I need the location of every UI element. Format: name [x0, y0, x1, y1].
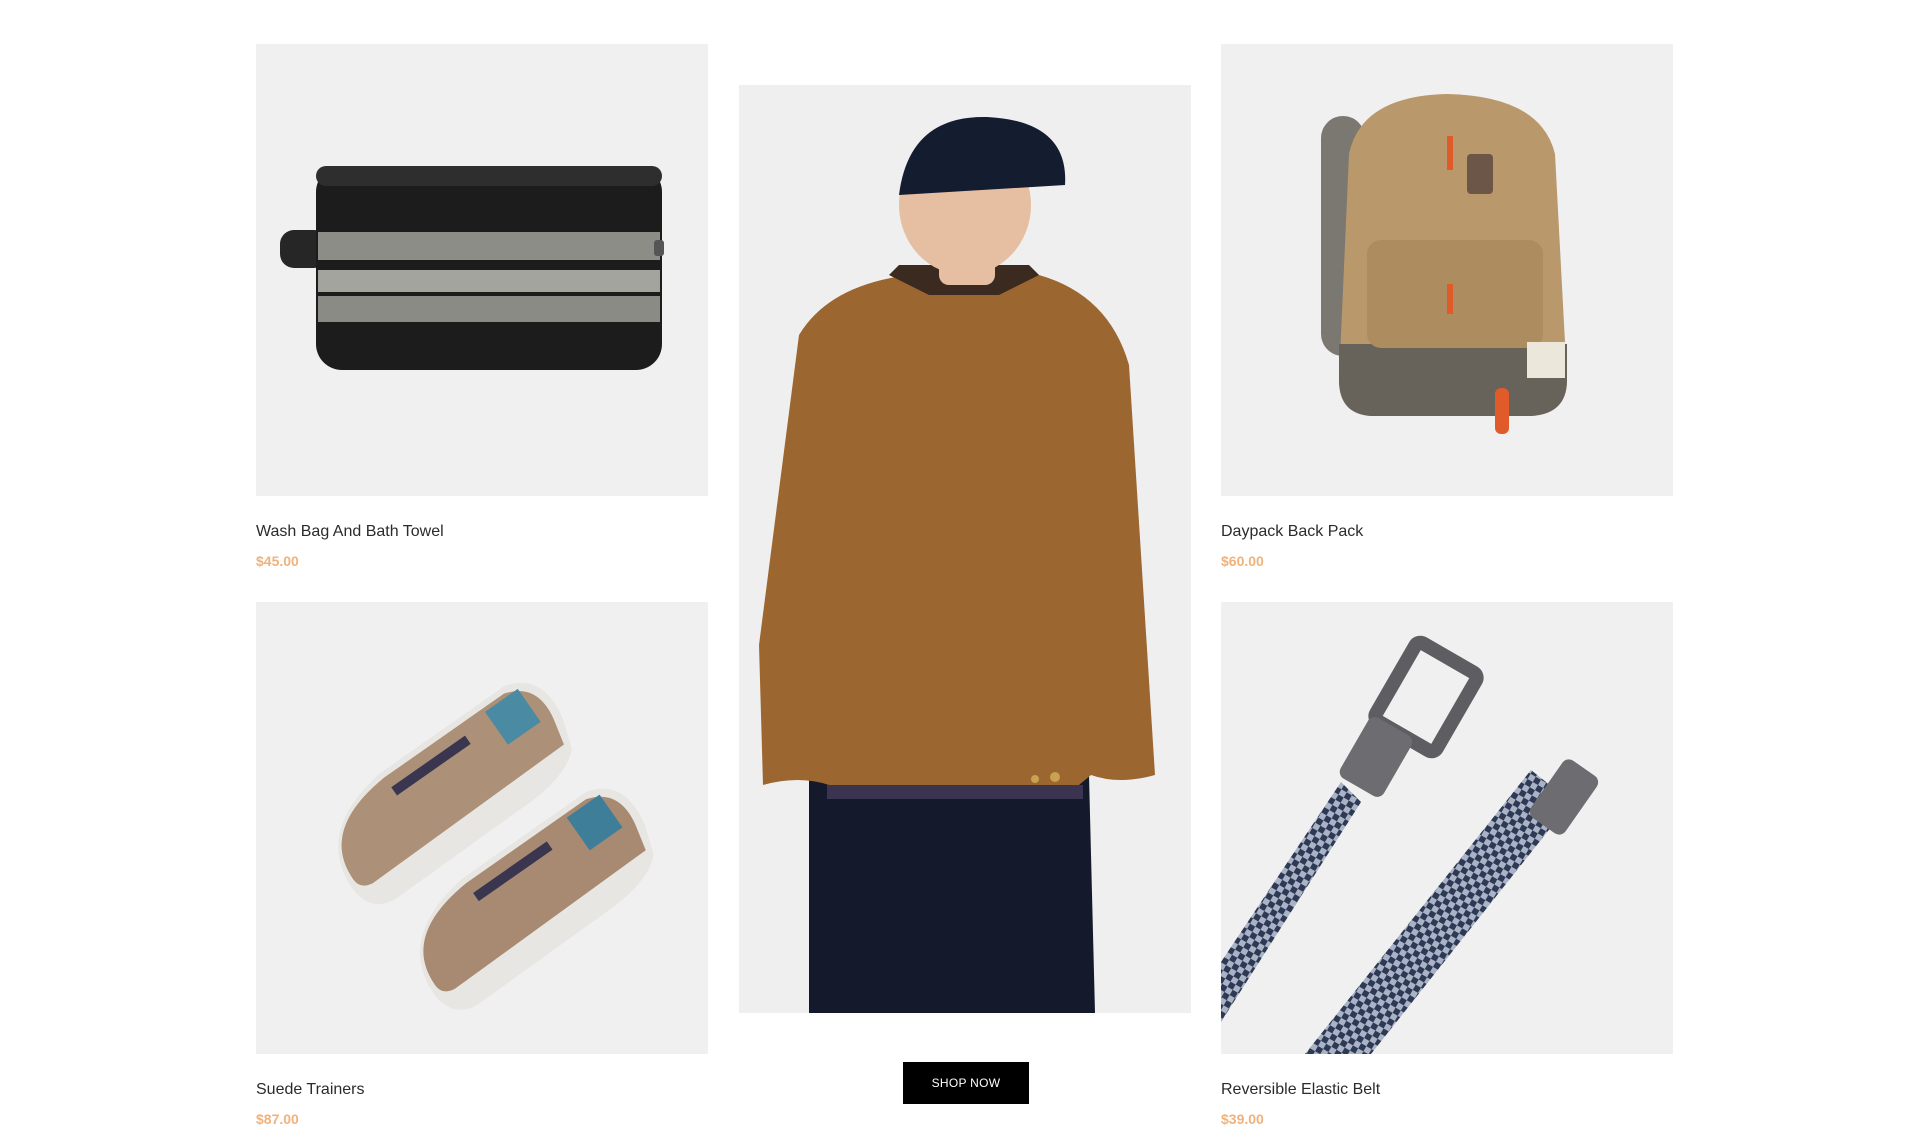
product-price: $39.00	[1221, 1111, 1264, 1127]
product-price: $87.00	[256, 1111, 299, 1127]
product-title[interactable]: Wash Bag And Bath Towel	[256, 522, 708, 542]
product-title[interactable]: Suede Trainers	[256, 1080, 708, 1100]
model-in-jacket-image[interactable]	[739, 85, 1191, 1013]
product-card-trainers: Suede Trainers $87.00	[256, 602, 708, 1128]
trainers-image[interactable]	[256, 602, 708, 1054]
product-title[interactable]: Daypack Back Pack	[1221, 522, 1673, 542]
backpack-image[interactable]	[1221, 44, 1673, 496]
product-title[interactable]: Reversible Elastic Belt	[1221, 1080, 1673, 1100]
product-price: $60.00	[1221, 553, 1264, 569]
belt-image[interactable]	[1221, 602, 1673, 1054]
product-card-wash-bag: Wash Bag And Bath Towel $45.00	[256, 44, 708, 570]
product-price: $45.00	[256, 553, 299, 569]
product-card-belt: Reversible Elastic Belt $39.00	[1221, 602, 1673, 1128]
shop-now-button[interactable]: SHOP NOW	[903, 1062, 1029, 1104]
wash-bag-image[interactable]	[256, 44, 708, 496]
product-card-backpack: Daypack Back Pack $60.00	[1221, 44, 1673, 570]
